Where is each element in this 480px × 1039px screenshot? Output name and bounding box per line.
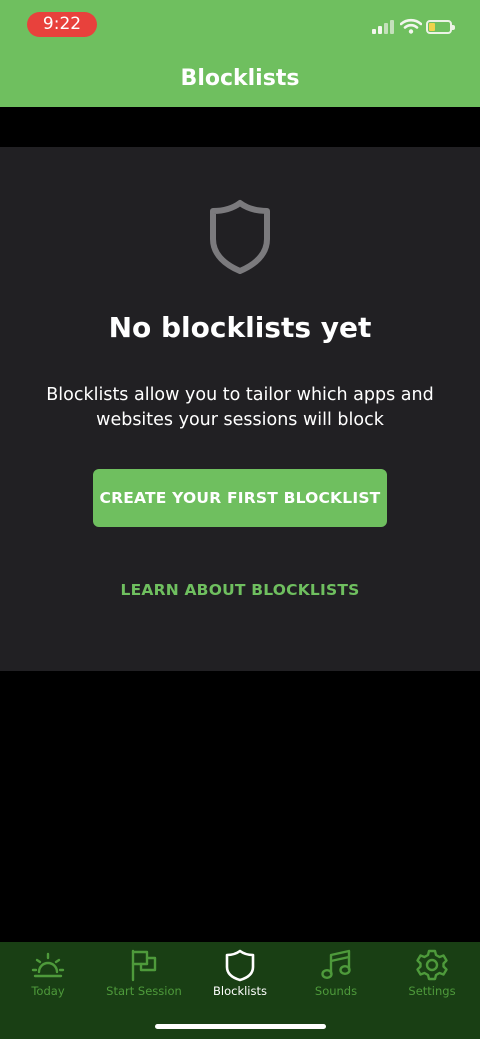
empty-state-description: Blocklists allow you to tailor which app…: [46, 385, 434, 430]
tab-label: Blocklists: [213, 984, 267, 998]
gear-icon: [416, 949, 448, 981]
tab-sounds[interactable]: Sounds: [288, 942, 384, 1012]
learn-about-blocklists-link[interactable]: LEARN ABOUT BLOCKLISTS: [0, 579, 480, 601]
empty-state-title: No blocklists yet: [108, 311, 372, 344]
status-icons: [372, 16, 462, 36]
tab-label: Settings: [408, 984, 456, 998]
flag-icon: [131, 949, 157, 982]
top-bar: 9:22 Blocklists: [0, 0, 480, 107]
shield-icon: [210, 200, 270, 274]
tab-today[interactable]: Today: [0, 942, 96, 1012]
sunrise-icon: [31, 952, 65, 978]
cellular-signal-icon: [372, 20, 396, 34]
tab-label: Sounds: [314, 984, 358, 998]
tab-blocklists[interactable]: Blocklists: [192, 942, 288, 1012]
tab-label: Today: [31, 984, 65, 998]
home-indicator[interactable]: [155, 1024, 326, 1029]
shield-icon: [225, 949, 255, 982]
battery-low-icon: [426, 20, 455, 34]
tab-label: Start Session: [106, 984, 182, 998]
page-title: Blocklists: [180, 66, 300, 91]
status-time: 9:22: [27, 12, 97, 37]
create-first-blocklist-button[interactable]: CREATE YOUR FIRST BLOCKLIST: [93, 469, 387, 527]
wifi-icon: [400, 18, 422, 34]
tab-settings[interactable]: Settings: [384, 942, 480, 1012]
empty-state-card: No blocklists yet Blocklists allow you t…: [0, 147, 480, 671]
music-note-icon: [321, 949, 351, 980]
tab-start-session[interactable]: Start Session: [96, 942, 192, 1012]
